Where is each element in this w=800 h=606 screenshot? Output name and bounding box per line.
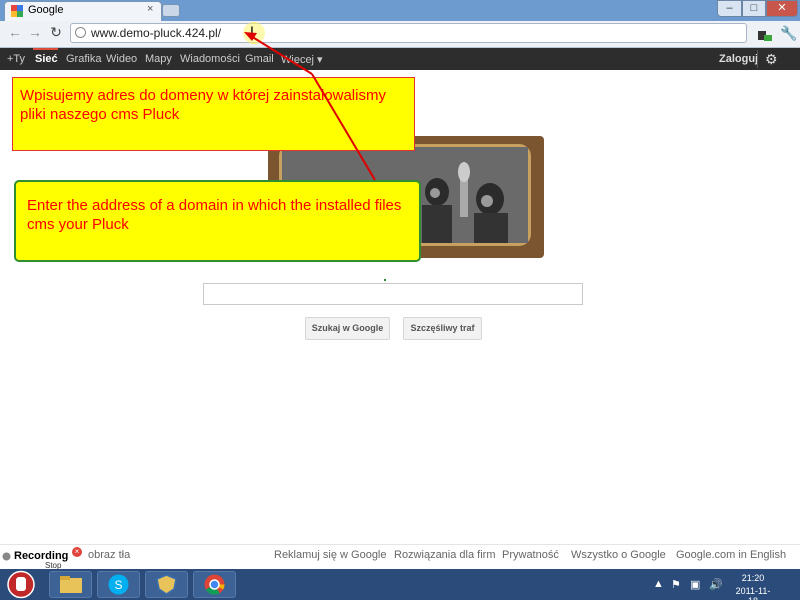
tray-expand-icon[interactable]: ▲	[653, 578, 664, 590]
taskbar-security[interactable]	[145, 571, 188, 598]
footer-link-business[interactable]: Rozwiązania dla firm	[394, 549, 495, 561]
page-icon	[75, 27, 86, 38]
shield-icon	[156, 574, 177, 595]
minimize-button[interactable]: –	[717, 0, 742, 17]
active-indicator	[33, 48, 58, 50]
annotation-english: Enter the address of a domain in which t…	[14, 180, 421, 262]
footer-background-link[interactable]: obraz tła	[88, 549, 130, 561]
clock-date[interactable]: 2011-11-18	[732, 586, 774, 606]
tab-title: Google	[28, 4, 64, 16]
tab-google[interactable]: Google ×	[4, 1, 162, 21]
taskbar-skype[interactable]: S	[97, 571, 140, 598]
gbar-divider	[757, 50, 758, 68]
gbar-item-siec[interactable]: Sieć	[35, 53, 58, 65]
footer-link-english[interactable]: Google.com in English	[676, 549, 786, 561]
footer-link-ads[interactable]: Reklamuj się w Google	[274, 549, 387, 561]
reload-button[interactable]: ↻	[46, 22, 66, 42]
search-button[interactable]: Szukaj w Google	[305, 317, 390, 340]
gbar-item-mapy[interactable]: Mapy	[145, 53, 172, 65]
gbar-item-wideo[interactable]: Wideo	[106, 53, 137, 65]
tab-close-icon[interactable]: ×	[147, 3, 153, 15]
stop-sign-icon[interactable]	[2, 569, 40, 600]
text-cursor-icon: I	[250, 23, 254, 39]
new-tab-button[interactable]	[162, 4, 180, 17]
address-bar[interactable]: www.demo-pluck.424.pl/	[70, 23, 747, 43]
footer-link-privacy[interactable]: Prywatność	[502, 549, 559, 561]
wrench-icon[interactable]: 🔧	[780, 25, 797, 42]
clock-time[interactable]: 21:20	[732, 573, 774, 583]
extension-icon[interactable]	[756, 26, 772, 42]
volume-icon[interactable]: 🔊	[709, 578, 723, 591]
search-input[interactable]	[203, 283, 583, 305]
forward-button[interactable]: →	[25, 22, 45, 42]
gbar-item-wiecej[interactable]: Więcej ▾	[281, 53, 323, 66]
dot-marker	[384, 279, 386, 281]
network-icon[interactable]: ▣	[690, 578, 700, 591]
close-window-button[interactable]: ✕	[766, 0, 798, 17]
google-favicon-icon	[11, 5, 23, 17]
maximize-button[interactable]: □	[742, 0, 766, 17]
recording-close-icon[interactable]: ×	[72, 547, 82, 557]
folder-icon	[60, 576, 82, 593]
back-button[interactable]: ←	[5, 22, 25, 42]
lucky-button[interactable]: Szczęśliwy traf	[403, 317, 482, 340]
cursor-highlight-overlay	[243, 22, 265, 44]
gbar-item-gmail[interactable]: Gmail	[245, 53, 274, 65]
login-link[interactable]: Zaloguj	[719, 53, 758, 65]
recording-icon	[2, 552, 11, 561]
footer-divider	[0, 544, 800, 545]
address-text: www.demo-pluck.424.pl/	[91, 26, 222, 40]
taskbar-chrome[interactable]	[193, 571, 236, 598]
svg-text:S: S	[114, 578, 122, 592]
gbar-item-grafika[interactable]: Grafika	[66, 53, 101, 65]
annotation-polish: Wpisujemy adres do domeny w której zains…	[12, 77, 415, 151]
gbar-item-plus[interactable]: +Ty	[7, 53, 25, 65]
gear-icon[interactable]: ⚙	[765, 51, 778, 68]
taskbar-explorer[interactable]	[49, 571, 92, 598]
gbar-item-wiadomosci[interactable]: Wiadomości	[180, 53, 240, 65]
footer-link-about[interactable]: Wszystko o Google	[571, 549, 666, 561]
chrome-icon	[204, 574, 225, 595]
skype-icon: S	[108, 574, 129, 595]
flag-icon[interactable]: ⚑	[671, 578, 681, 591]
